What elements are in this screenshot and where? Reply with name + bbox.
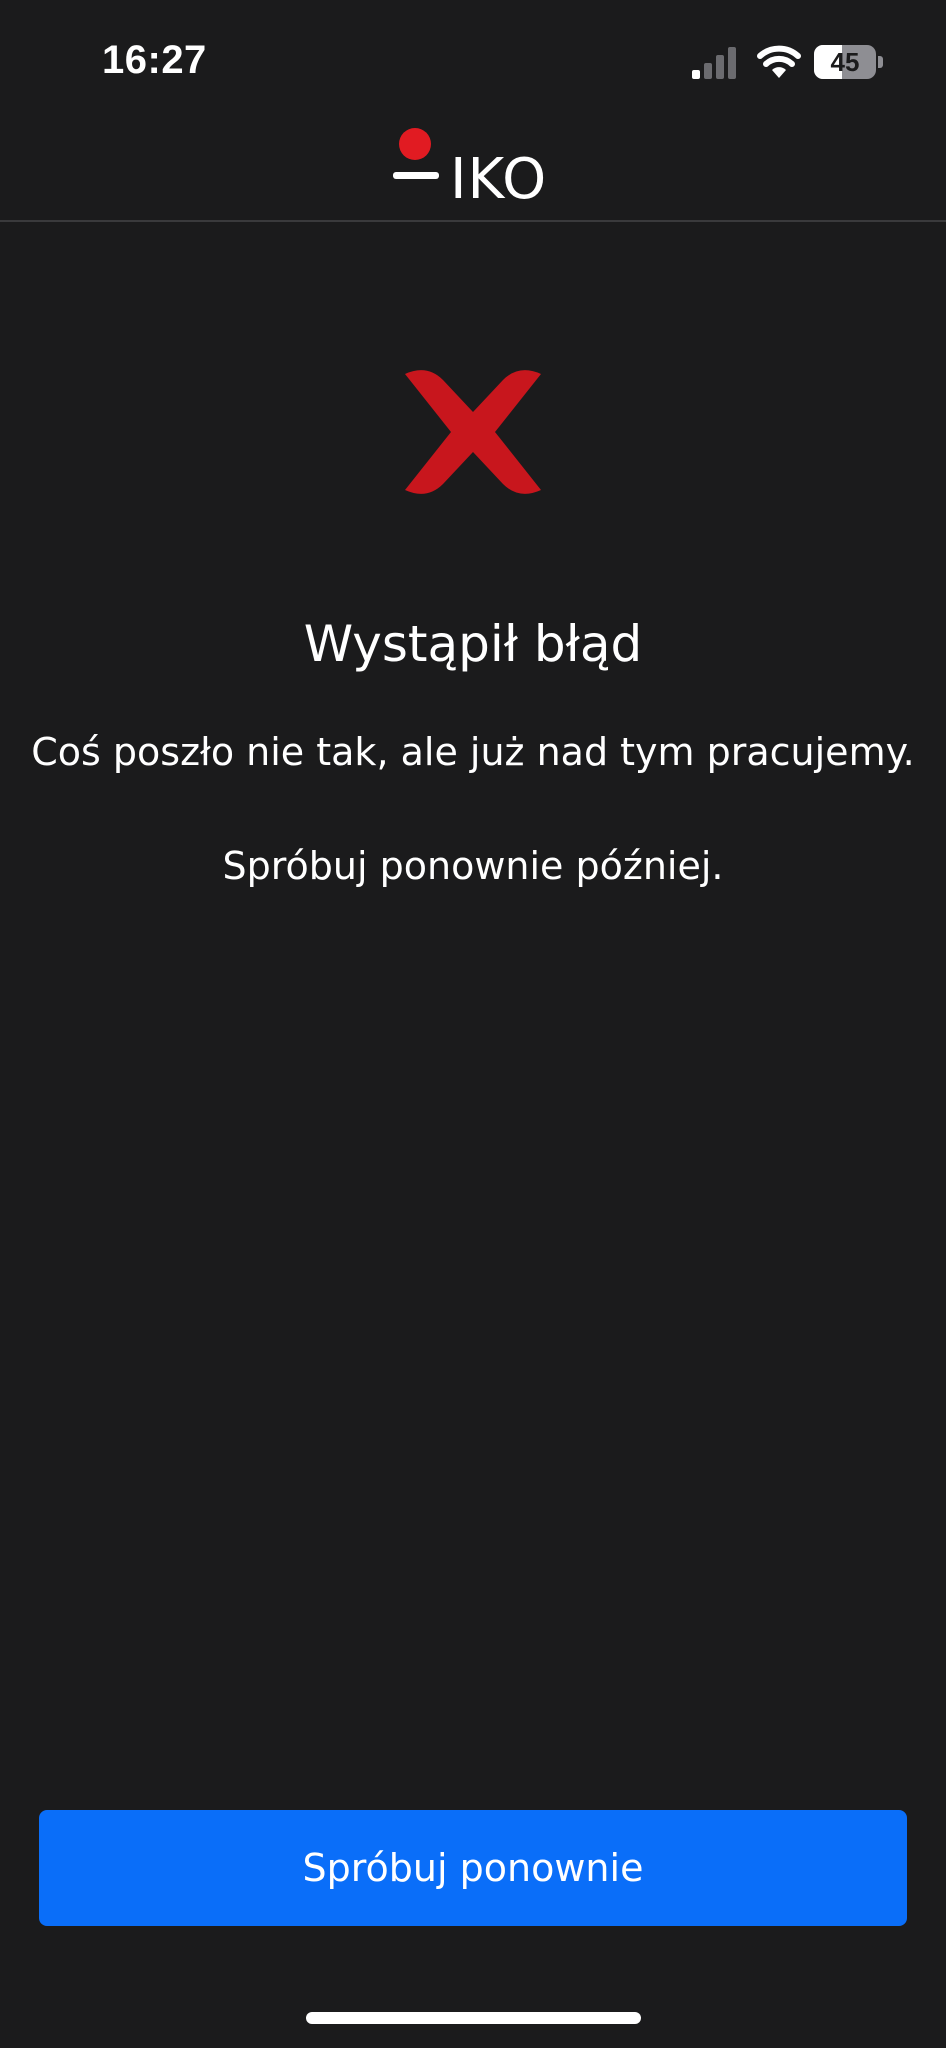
retry-button[interactable]: Spróbuj ponownie [39, 1810, 907, 1926]
iko-logo: IKO [388, 128, 558, 218]
home-indicator[interactable] [306, 2012, 641, 2024]
error-message: Coś poszło nie tak, ale już nad tym prac… [31, 730, 915, 774]
battery-icon: 45 [814, 45, 884, 79]
error-title: Wystąpił błąd [303, 615, 643, 673]
battery-level: 45 [830, 47, 860, 77]
wifi-icon [757, 45, 801, 78]
close-x-icon [405, 370, 541, 494]
logo-text: IKO [450, 147, 548, 212]
logo-red-dot [399, 128, 431, 160]
cellular-signal-icon [692, 47, 736, 79]
app-header: IKO [0, 110, 946, 222]
status-time: 16:27 [102, 38, 207, 82]
status-bar: 16:27 45 [0, 0, 946, 110]
battery-cap [878, 56, 883, 68]
retry-later-message: Spróbuj ponownie później. [222, 844, 724, 888]
logo-dash [393, 172, 439, 179]
battery-body: 45 [814, 45, 876, 79]
